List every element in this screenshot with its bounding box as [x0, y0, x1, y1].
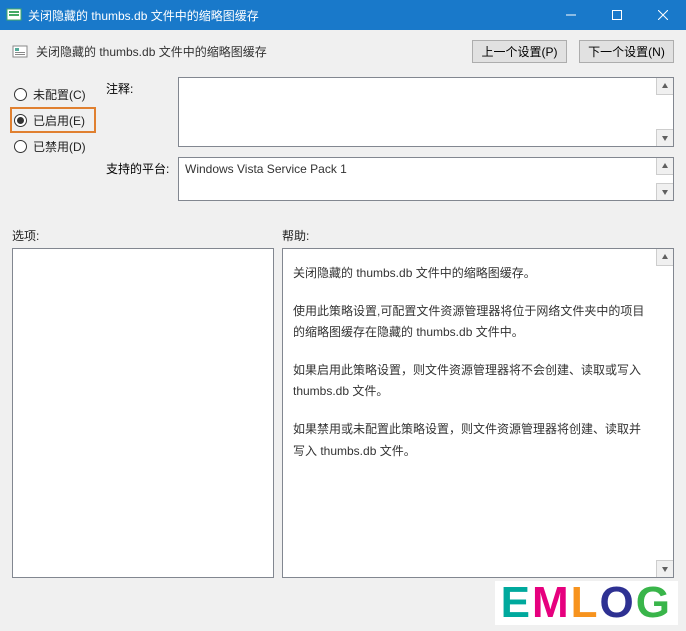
scroll-up-button[interactable]: [656, 158, 673, 175]
radio-not-configured[interactable]: 未配置(C): [12, 81, 96, 107]
close-button[interactable]: [640, 0, 686, 30]
platform-box: Windows Vista Service Pack 1: [178, 157, 674, 201]
radio-icon: [14, 114, 27, 127]
radio-icon: [14, 88, 27, 101]
radio-label: 已禁用(D): [33, 138, 86, 155]
radio-group: 未配置(C) 已启用(E) 已禁用(D): [12, 77, 96, 211]
scroll-up-button[interactable]: [656, 78, 673, 95]
previous-setting-button[interactable]: 上一个设置(P): [472, 40, 567, 63]
watermark-char: O: [600, 578, 636, 627]
radio-label: 未配置(C): [33, 86, 86, 103]
scroll-down-button[interactable]: [656, 129, 673, 146]
watermark-char: E: [501, 578, 532, 627]
minimize-button[interactable]: [548, 0, 594, 30]
help-paragraph: 使用此策略设置,可配置文件资源管理器将位于网络文件夹中的项目的缩略图缓存在隐藏的…: [293, 301, 649, 344]
platform-row: 支持的平台: Windows Vista Service Pack 1: [106, 157, 674, 201]
watermark-logo: EMLOG: [495, 581, 678, 625]
help-paragraph: 关闭隐藏的 thumbs.db 文件中的缩略图缓存。: [293, 263, 649, 285]
annotation-label: 注释:: [106, 77, 178, 97]
radio-disabled[interactable]: 已禁用(D): [12, 133, 96, 159]
header-row: 关闭隐藏的 thumbs.db 文件中的缩略图缓存 上一个设置(P) 下一个设置…: [12, 40, 674, 63]
scroll-down-button[interactable]: [656, 183, 673, 200]
platform-value: Windows Vista Service Pack 1: [185, 162, 347, 176]
policy-title: 关闭隐藏的 thumbs.db 文件中的缩略图缓存: [36, 43, 460, 60]
watermark-char: G: [636, 578, 672, 627]
help-label: 帮助:: [282, 227, 309, 244]
policy-icon: [12, 44, 28, 60]
scroll-down-button[interactable]: [656, 560, 673, 577]
maximize-button[interactable]: [594, 0, 640, 30]
annotation-row: 注释:: [106, 77, 674, 147]
window-controls: [548, 0, 686, 30]
radio-label: 已启用(E): [33, 112, 85, 129]
platform-label: 支持的平台:: [106, 157, 178, 177]
window-title: 关闭隐藏的 thumbs.db 文件中的缩略图缓存: [28, 7, 548, 24]
scroll-up-button[interactable]: [656, 249, 673, 266]
app-icon: [6, 7, 22, 23]
options-panel: [12, 248, 274, 578]
lower-panels: 关闭隐藏的 thumbs.db 文件中的缩略图缓存。 使用此策略设置,可配置文件…: [12, 248, 674, 578]
options-label: 选项:: [12, 227, 282, 244]
titlebar: 关闭隐藏的 thumbs.db 文件中的缩略图缓存: [0, 0, 686, 30]
lower-labels: 选项: 帮助:: [12, 227, 674, 244]
radio-enabled[interactable]: 已启用(E): [10, 107, 96, 133]
annotation-textarea[interactable]: [178, 77, 674, 147]
next-setting-button[interactable]: 下一个设置(N): [579, 40, 674, 63]
help-paragraph: 如果启用此策略设置，则文件资源管理器将不会创建、读取或写入 thumbs.db …: [293, 360, 649, 403]
help-panel: 关闭隐藏的 thumbs.db 文件中的缩略图缓存。 使用此策略设置,可配置文件…: [282, 248, 674, 578]
config-area: 未配置(C) 已启用(E) 已禁用(D) 注释: 支持的平台:: [12, 77, 674, 211]
watermark-char: M: [532, 578, 571, 627]
radio-icon: [14, 140, 27, 153]
watermark-char: L: [571, 578, 600, 627]
fields-column: 注释: 支持的平台: Windows Vista Service Pack 1: [106, 77, 674, 211]
content-area: 关闭隐藏的 thumbs.db 文件中的缩略图缓存 上一个设置(P) 下一个设置…: [0, 30, 686, 631]
help-paragraph: 如果禁用或未配置此策略设置，则文件资源管理器将创建、读取并写入 thumbs.d…: [293, 419, 649, 462]
